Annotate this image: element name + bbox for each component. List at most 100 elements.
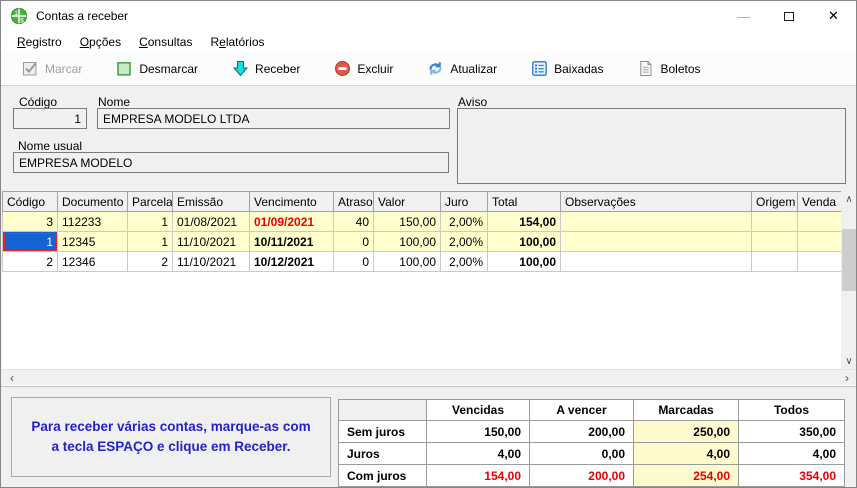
- grid-row-overdue: 3 112233 1 01/08/2021 01/09/2021 40 150,…: [3, 212, 843, 232]
- svg-text:$: $: [20, 17, 24, 24]
- close-button[interactable]: ✕: [811, 1, 856, 31]
- summary-table: Vencidas A vencer Marcadas Todos Sem jur…: [338, 399, 845, 487]
- horizontal-scrollbar[interactable]: ‹ ›: [2, 369, 857, 385]
- summary-value: 4,00: [739, 443, 845, 465]
- grid-cell[interactable]: [798, 252, 843, 272]
- menu-label-key: C: [139, 35, 148, 49]
- summary-value: 4,00: [427, 443, 530, 465]
- codigo-field[interactable]: [13, 108, 87, 129]
- nome-field[interactable]: [97, 108, 450, 129]
- col-header-emissao: Emissão: [173, 192, 250, 212]
- grid-cell[interactable]: 11/10/2021: [173, 252, 250, 272]
- nome-label: Nome: [98, 95, 130, 109]
- title-bar: 1 $ Contas a receber — ✕: [1, 1, 856, 31]
- grid-cell[interactable]: 0: [334, 232, 374, 252]
- grid-cell[interactable]: 112233: [58, 212, 128, 232]
- menu-item-registro[interactable]: Registro: [10, 33, 69, 51]
- grid-cell[interactable]: 10/11/2021: [250, 232, 334, 252]
- nome-usual-field[interactable]: [13, 152, 449, 173]
- grid-cell[interactable]: 40: [334, 212, 374, 232]
- close-icon: ✕: [828, 8, 839, 24]
- grid-cell[interactable]: 01/09/2021: [250, 212, 334, 232]
- baixadas-button[interactable]: Baixadas: [527, 57, 607, 80]
- summary-value: 254,00: [634, 465, 739, 487]
- grid-cell-selected[interactable]: 1: [3, 232, 58, 252]
- col-header-juro: Juro: [441, 192, 488, 212]
- summary-row-label: Com juros: [339, 465, 427, 487]
- grid-cell[interactable]: 11/10/2021: [173, 232, 250, 252]
- vertical-scrollbar[interactable]: ∧ ∨: [841, 191, 857, 369]
- grid-cell[interactable]: 100,00: [488, 232, 561, 252]
- col-header-vencimento: Vencimento: [250, 192, 334, 212]
- desmarcar-button[interactable]: Desmarcar: [112, 57, 202, 80]
- summary-value: 0,00: [530, 443, 634, 465]
- grid-cell[interactable]: 12346: [58, 252, 128, 272]
- grid-cell[interactable]: 12345: [58, 232, 128, 252]
- grid-cell[interactable]: 100,00: [374, 232, 441, 252]
- grid-cell[interactable]: [561, 252, 752, 272]
- menu-item-relatorios[interactable]: Relatórios: [203, 33, 271, 51]
- scroll-right-icon[interactable]: ›: [839, 370, 855, 385]
- vertical-scrollbar-thumb[interactable]: [842, 229, 856, 291]
- totals-panel: Para receber várias contas, marque-as co…: [1, 386, 856, 487]
- boletos-button[interactable]: Boletos: [633, 57, 704, 80]
- checkbox-checked-icon: [22, 60, 39, 77]
- scroll-up-icon[interactable]: ∧: [841, 191, 857, 207]
- grid-cell[interactable]: [798, 212, 843, 232]
- menu-item-opcoes[interactable]: Opções: [73, 33, 128, 51]
- atualizar-label: Atualizar: [450, 62, 497, 76]
- boletos-label: Boletos: [660, 62, 700, 76]
- grid-row-selected: 1 12345 1 11/10/2021 10/11/2021 0 100,00…: [3, 232, 843, 252]
- menu-label-part: pções: [89, 35, 121, 49]
- red-minus-circle-icon: [334, 60, 351, 77]
- col-header-codigo: Código: [3, 192, 58, 212]
- grid-cell[interactable]: 3: [3, 212, 58, 232]
- window-controls: — ✕: [721, 1, 856, 31]
- grid-cell[interactable]: 150,00: [374, 212, 441, 232]
- menu-label-part: egistro: [26, 35, 62, 49]
- excluir-button[interactable]: Excluir: [330, 57, 397, 80]
- grid-cell[interactable]: [798, 232, 843, 252]
- menu-item-consultas[interactable]: Consultas: [132, 33, 199, 51]
- grid-cell[interactable]: 100,00: [488, 252, 561, 272]
- col-header-venda: Venda: [798, 192, 843, 212]
- menu-label-key: e: [219, 35, 226, 49]
- grid-cell[interactable]: 2,00%: [441, 212, 488, 232]
- grid-header-row: Código Documento Parcela Emissão Vencime…: [3, 192, 843, 212]
- grid-cell[interactable]: 154,00: [488, 212, 561, 232]
- grid-cell[interactable]: 2,00%: [441, 232, 488, 252]
- receber-label: Receber: [255, 62, 300, 76]
- grid-cell[interactable]: 10/12/2021: [250, 252, 334, 272]
- scroll-left-icon[interactable]: ‹: [4, 370, 20, 385]
- menu-label-key: R: [17, 35, 26, 49]
- summary-value: 154,00: [427, 465, 530, 487]
- grid-cell[interactable]: [561, 212, 752, 232]
- maximize-button[interactable]: [766, 1, 811, 31]
- svg-text:1: 1: [14, 10, 18, 17]
- summary-value: 200,00: [530, 421, 634, 443]
- instruction-text: Para receber várias contas, marque-as co…: [11, 397, 331, 477]
- aviso-field[interactable]: [457, 108, 846, 184]
- grid-cell[interactable]: [561, 232, 752, 252]
- atualizar-button[interactable]: Atualizar: [423, 57, 501, 80]
- grid-cell[interactable]: 1: [128, 232, 173, 252]
- grid-cell[interactable]: 2,00%: [441, 252, 488, 272]
- grid-cell[interactable]: [752, 212, 798, 232]
- minimize-icon: —: [737, 9, 750, 24]
- grid-cell[interactable]: 0: [334, 252, 374, 272]
- menu-label-part: latórios: [226, 35, 265, 49]
- summary-col-a-vencer: A vencer: [530, 400, 634, 421]
- receber-button[interactable]: Receber: [228, 57, 304, 80]
- scroll-down-icon[interactable]: ∨: [841, 353, 857, 369]
- grid-cell[interactable]: 2: [3, 252, 58, 272]
- summary-col-vencidas: Vencidas: [427, 400, 530, 421]
- grid-cell[interactable]: 01/08/2021: [173, 212, 250, 232]
- grid-cell[interactable]: 1: [128, 212, 173, 232]
- grid-cell[interactable]: [752, 252, 798, 272]
- col-header-atraso: Atraso: [334, 192, 374, 212]
- grid-cell[interactable]: 100,00: [374, 252, 441, 272]
- aviso-label: Aviso: [458, 95, 487, 109]
- grid-cell[interactable]: 2: [128, 252, 173, 272]
- grid-cell[interactable]: [752, 232, 798, 252]
- cyan-down-arrow-icon: [232, 60, 249, 77]
